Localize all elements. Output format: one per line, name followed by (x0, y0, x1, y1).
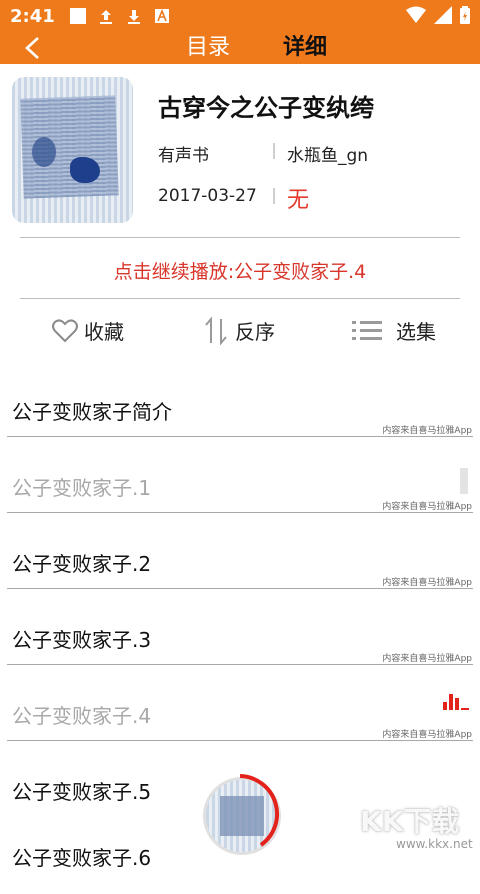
divider (20, 237, 460, 238)
reverse-order-button[interactable]: 反序 (203, 316, 275, 345)
list-item-episode-3[interactable]: 公子变败家子.3 内容来自喜马拉雅App (0, 600, 480, 676)
now-playing-icon (443, 694, 469, 710)
row-divider (7, 664, 473, 665)
episode-source: 内容来自喜马拉雅App (382, 502, 472, 512)
row-divider (7, 512, 473, 513)
list-icon (352, 320, 382, 340)
episode-source: 内容来自喜马拉雅App (382, 426, 472, 436)
episode-title: 公子变败家子简介 (12, 400, 172, 424)
favorite-label: 收藏 (84, 320, 124, 344)
reverse-label: 反序 (235, 320, 275, 344)
wifi-icon (406, 6, 426, 23)
book-type: 有声书 (158, 146, 209, 166)
download-icon (125, 7, 143, 25)
back-arrow-icon (25, 37, 39, 59)
meta-divider (273, 188, 275, 204)
row-divider (7, 436, 473, 437)
heart-icon (52, 318, 78, 342)
episode-source: 内容来自喜马拉雅App (382, 654, 472, 664)
list-item-episode-intro[interactable]: 公子变败家子简介 内容来自喜马拉雅App (0, 372, 480, 448)
watermark-url: www.kkx.net (396, 837, 473, 851)
book-date: 2017-03-27 (158, 186, 257, 206)
back-button[interactable] (18, 34, 46, 62)
episode-title: 公子变败家子.5 (12, 780, 152, 804)
episode-source: 内容来自喜马拉雅App (382, 578, 472, 588)
watermark-logo: KK下载 (360, 805, 460, 838)
list-item-episode-4[interactable]: 公子变败家子.4 内容来自喜马拉雅App (0, 676, 480, 752)
book-status: 无 (287, 188, 310, 213)
divider (20, 298, 460, 299)
status-system-icons (406, 6, 470, 24)
episode-title: 公子变败家子.4 (12, 704, 152, 728)
episode-title: 公子变败家子.3 (12, 628, 152, 652)
list-item-episode-2[interactable]: 公子变败家子.2 内容来自喜马拉雅App (0, 524, 480, 600)
book-author: 水瓶鱼_gn (287, 146, 369, 166)
meta-divider (273, 143, 275, 159)
tab-catalog[interactable]: 目录 (186, 32, 230, 64)
row-divider (7, 740, 473, 741)
signal-icon (434, 6, 452, 24)
favorite-button[interactable]: 收藏 (52, 316, 124, 345)
continue-play-link[interactable]: 点击继续播放:公子变败家子.4 (0, 257, 480, 284)
select-label: 选集 (396, 320, 436, 344)
progress-ring (239, 774, 280, 847)
app-a-icon (153, 7, 171, 25)
list-item-episode-1[interactable]: 公子变败家子.1 内容来自喜马拉雅App (0, 448, 480, 524)
status-notification-icons (69, 7, 171, 25)
status-time: 2:41 (10, 5, 55, 27)
episode-title: 公子变败家子.6 (12, 846, 152, 870)
episode-title: 公子变败家子.2 (12, 552, 152, 576)
episode-source: 内容来自喜马拉雅App (382, 730, 472, 740)
notification-square-icon (69, 7, 87, 25)
select-episodes-button[interactable]: 选集 (352, 316, 436, 345)
sort-icon (205, 316, 227, 345)
battery-icon (460, 6, 470, 24)
status-bar: 2:41 (0, 0, 480, 32)
tab-detail[interactable]: 详细 (283, 32, 327, 64)
row-divider (7, 588, 473, 589)
app-bar: 目录 详细 (0, 32, 480, 64)
book-title: 古穿今之公子变纨绔 (158, 94, 374, 122)
upload-icon (97, 7, 115, 25)
episode-title: 公子变败家子.1 (12, 476, 152, 500)
book-cover (12, 77, 133, 223)
scroll-marker (460, 468, 468, 494)
